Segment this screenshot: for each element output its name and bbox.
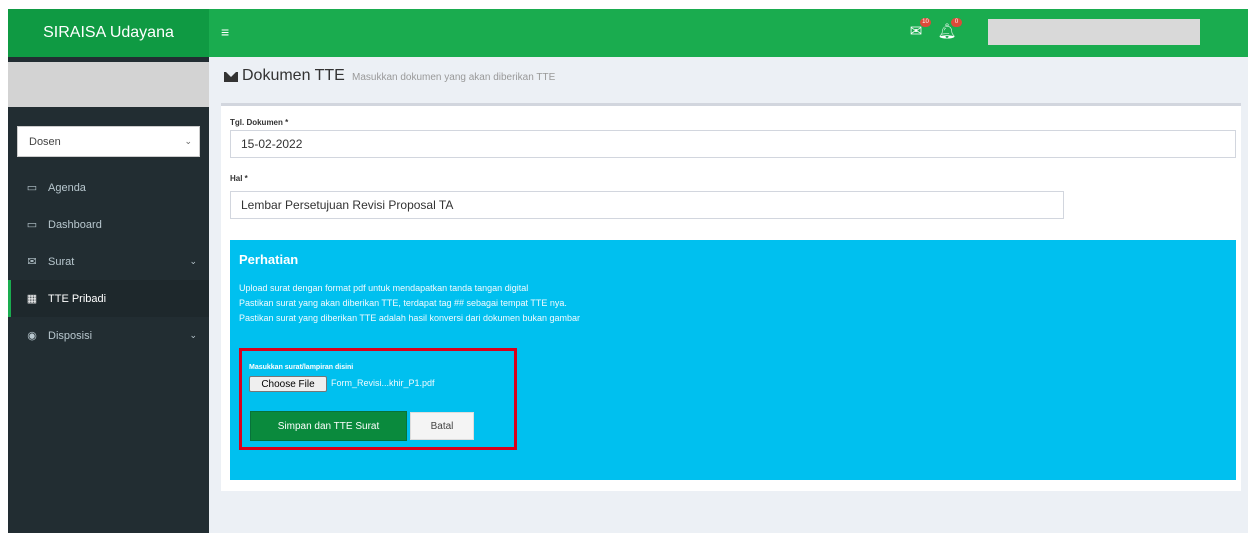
subject-field[interactable]: Lembar Persetujuan Revisi Proposal TA <box>230 191 1064 219</box>
sidebar-item-label: Disposisi <box>48 329 93 342</box>
notice-line: Pastikan surat yang akan diberikan TTE, … <box>239 298 567 308</box>
role-select[interactable]: Dosen ⌄ <box>17 126 200 157</box>
top-navbar: ≡ ✉ 10 🔔︎ 0 <box>209 9 1248 57</box>
desktop-icon: ▭ <box>26 219 38 231</box>
subject-label: Hal * <box>230 174 248 183</box>
choose-file-button[interactable]: Choose File <box>249 376 327 392</box>
app-window: SIRAISA Udayana ≡ ✉ 10 🔔︎ 0 Dosen ⌄ ▭ Ag… <box>8 9 1248 533</box>
sidebar-item-label: Agenda <box>48 181 86 194</box>
user-panel <box>8 62 209 107</box>
sidebar-item-label: Surat <box>48 255 75 268</box>
page-subtitle: Masukkan dokumen yang akan diberikan TTE <box>352 72 556 83</box>
bell-badge: 0 <box>951 18 962 27</box>
calendar-icon: ▭ <box>26 182 38 194</box>
chevron-down-icon: ⌄ <box>189 256 197 266</box>
chevron-down-icon: ⌄ <box>189 330 197 340</box>
upload-label: Masukkan surat/lampiran disini <box>249 364 354 371</box>
sidebar-menu: ▭ Agenda ▭ Dashboard ✉ Surat ⌄ ▦ TTE Pri… <box>8 169 209 354</box>
page-title: Dokumen TTE <box>242 67 345 84</box>
mail-notification-button[interactable]: ✉ 10 <box>905 18 931 42</box>
sidebar-item-dashboard[interactable]: ▭ Dashboard <box>8 206 209 243</box>
sidebar-item-tte-pribadi[interactable]: ▦ TTE Pribadi <box>8 280 209 317</box>
mail-badge: 10 <box>920 18 931 27</box>
cancel-button[interactable]: Batal <box>410 412 474 440</box>
notice-line: Pastikan surat yang diberikan TTE adalah… <box>239 313 581 323</box>
chevron-down-icon: ⌄ <box>184 136 192 146</box>
sidebar-item-label: Dashboard <box>48 218 102 231</box>
bell-notification-button[interactable]: 🔔︎ 0 <box>936 18 962 42</box>
sidebar-item-disposisi[interactable]: ◉ Disposisi ⌄ <box>8 317 209 354</box>
notice-line: Upload surat dengan format pdf untuk men… <box>239 283 529 293</box>
date-label: Tgl. Dokumen * <box>230 118 289 127</box>
hamburger-icon[interactable]: ≡ <box>221 23 235 41</box>
selected-file-name: Form_Revisi...khir_P1.pdf <box>331 378 435 388</box>
sidebar: Dosen ⌄ ▭ Agenda ▭ Dashboard ✉ Surat ⌄ ▦… <box>8 57 209 533</box>
envelope-icon <box>224 72 238 82</box>
calendar-icon: ▦ <box>26 293 38 305</box>
notice-title: Perhatian <box>239 252 299 267</box>
date-field[interactable]: 15-02-2022 <box>230 130 1236 158</box>
user-menu[interactable] <box>988 19 1200 45</box>
eye-icon: ◉ <box>27 330 37 342</box>
save-and-sign-button[interactable]: Simpan dan TTE Surat <box>250 411 407 441</box>
sidebar-item-surat[interactable]: ✉ Surat ⌄ <box>8 243 209 280</box>
sidebar-item-agenda[interactable]: ▭ Agenda <box>8 169 209 206</box>
brand-logo[interactable]: SIRAISA Udayana <box>8 9 209 57</box>
envelope-icon: ✉ <box>27 256 37 268</box>
sidebar-item-label: TTE Pribadi <box>48 292 107 305</box>
role-select-value: Dosen <box>29 135 61 148</box>
content-header: Dokumen TTE Masukkan dokumen yang akan d… <box>209 57 1248 99</box>
